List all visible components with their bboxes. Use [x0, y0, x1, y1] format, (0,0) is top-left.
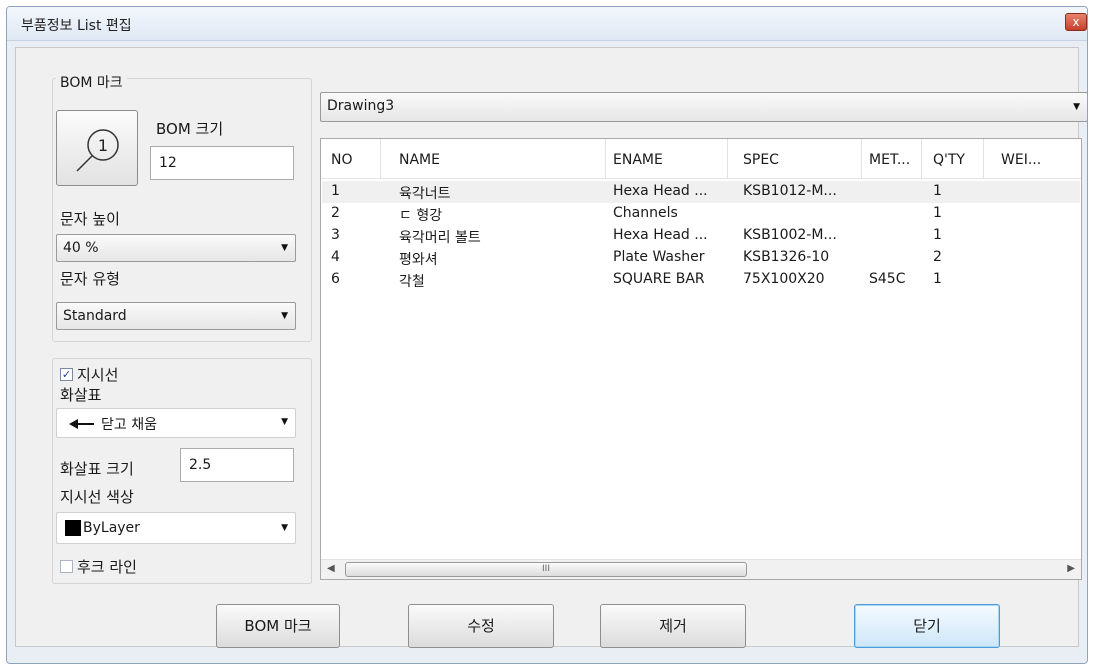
chevron-down-icon: ▼: [1073, 102, 1080, 112]
chevron-down-icon: ▼: [281, 243, 288, 253]
drawing-select-value: Drawing3: [327, 98, 395, 114]
arrow-closed-filled-icon: [69, 419, 94, 429]
cell-name: 각철: [399, 274, 425, 290]
text-height-select[interactable]: 40 % ▼: [56, 234, 296, 262]
column-header-weight[interactable]: WEI...: [1001, 152, 1041, 168]
bom-size-input[interactable]: 12: [150, 146, 294, 180]
close-icon[interactable]: x: [1065, 13, 1087, 31]
cell-ename: Hexa Head ...: [613, 227, 708, 243]
hook-line-label: 후크 라인: [77, 558, 137, 576]
cell-no: 3: [331, 227, 340, 243]
cell-qty: 2: [933, 249, 942, 265]
column-header-material[interactable]: MET...: [869, 152, 910, 168]
cell-no: 4: [331, 249, 340, 265]
bom-mark-button[interactable]: BOM 마크: [216, 604, 340, 648]
column-header-name[interactable]: NAME: [399, 152, 440, 168]
balloon-magnifier-icon: 1: [76, 129, 119, 172]
chevron-down-icon: ▼: [281, 523, 288, 533]
cell-material: S45C: [869, 271, 906, 287]
hook-line-checkbox[interactable]: [60, 560, 73, 573]
color-swatch: [65, 520, 81, 536]
cell-qty: 1: [933, 183, 942, 199]
arrow-size-input[interactable]: 2.5: [180, 448, 294, 482]
cell-ename: Plate Washer: [613, 249, 705, 265]
close-button[interactable]: 닫기: [854, 604, 1000, 648]
cell-name: 육각머리 볼트: [399, 230, 481, 246]
table-row[interactable]: 2 ㄷ 형강 Channels 1: [322, 203, 1080, 225]
remove-button[interactable]: 제거: [600, 604, 746, 648]
cell-name: 육각너트: [399, 186, 451, 202]
cell-ename: Channels: [613, 205, 678, 221]
scroll-thumb[interactable]: III: [345, 562, 747, 577]
cell-ename: SQUARE BAR: [613, 271, 705, 287]
chevron-down-icon: ▼: [281, 311, 288, 321]
parts-list-table[interactable]: NO NAME ENAME SPEC MET... Q'TY WEI... 1 …: [320, 138, 1082, 580]
leader-checkbox[interactable]: ✓: [60, 368, 73, 381]
leader-checkbox-label: 지시선: [77, 366, 119, 384]
cell-qty: 1: [933, 227, 942, 243]
cell-qty: 1: [933, 271, 942, 287]
cell-no: 6: [331, 271, 340, 287]
cell-spec: KSB1326-10: [743, 249, 830, 265]
dialog-window: 부품정보 List 편집 x BOM 마크 1 BOM 크기 12 문자 높이 …: [6, 6, 1088, 664]
table-row[interactable]: 4 평와셔 Plate Washer KSB1326-10 2: [322, 247, 1080, 269]
title-bar[interactable]: 부품정보 List 편집 x: [7, 7, 1087, 41]
cell-ename: Hexa Head ...: [613, 183, 708, 199]
text-type-select[interactable]: Standard ▼: [56, 302, 296, 330]
drawing-select[interactable]: Drawing3 ▼: [320, 92, 1087, 122]
column-header-no[interactable]: NO: [331, 152, 353, 168]
bom-mark-group-label: BOM 마크: [56, 72, 127, 92]
text-height-label: 문자 높이: [60, 210, 120, 228]
table-row[interactable]: 1 육각너트 Hexa Head ... KSB1012-M... 1: [322, 181, 1080, 203]
text-type-label: 문자 유형: [60, 270, 120, 288]
balloon-number: 1: [98, 136, 108, 155]
scroll-left-icon[interactable]: ◀: [327, 563, 335, 574]
leader-color-value: ByLayer: [83, 520, 140, 536]
cell-no: 1: [331, 183, 340, 199]
edit-button[interactable]: 수정: [408, 604, 554, 648]
cell-name: ㄷ 형강: [399, 208, 443, 224]
arrow-size-label: 화살표 크기: [60, 460, 134, 478]
column-header-ename[interactable]: ENAME: [613, 152, 663, 168]
horizontal-scrollbar[interactable]: ◀ III ▶: [321, 559, 1081, 579]
bom-size-label: BOM 크기: [156, 120, 224, 138]
cell-spec: KSB1012-M...: [743, 183, 837, 199]
chevron-down-icon: ▼: [281, 417, 288, 427]
cell-no: 2: [331, 205, 340, 221]
cell-spec: KSB1002-M...: [743, 227, 837, 243]
window-title: 부품정보 List 편집: [21, 18, 132, 34]
table-row[interactable]: 3 육각머리 볼트 Hexa Head ... KSB1002-M... 1: [322, 225, 1080, 247]
arrow-label: 화살표: [60, 386, 102, 404]
column-header-spec[interactable]: SPEC: [743, 152, 779, 168]
cell-name: 평와셔: [399, 252, 438, 268]
leader-color-select[interactable]: ByLayer ▼: [56, 512, 296, 544]
cell-qty: 1: [933, 205, 942, 221]
table-row[interactable]: 6 각철 SQUARE BAR 75X100X20 S45C 1: [322, 269, 1080, 291]
table-header: NO NAME ENAME SPEC MET... Q'TY WEI...: [321, 139, 1081, 179]
text-height-value: 40 %: [63, 240, 99, 256]
column-header-qty[interactable]: Q'TY: [933, 152, 965, 168]
arrow-type-select[interactable]: 닫고 채움 ▼: [56, 408, 296, 438]
dialog-client-area: BOM 마크 1 BOM 크기 12 문자 높이 40 % ▼ 문자 유형 St…: [15, 47, 1087, 648]
arrow-type-value: 닫고 채움: [101, 417, 157, 433]
text-type-value: Standard: [63, 308, 127, 324]
bom-balloon-button[interactable]: 1: [56, 110, 138, 186]
cell-spec: 75X100X20: [743, 271, 825, 287]
scroll-right-icon[interactable]: ▶: [1067, 563, 1075, 574]
leader-color-label: 지시선 색상: [60, 488, 134, 506]
